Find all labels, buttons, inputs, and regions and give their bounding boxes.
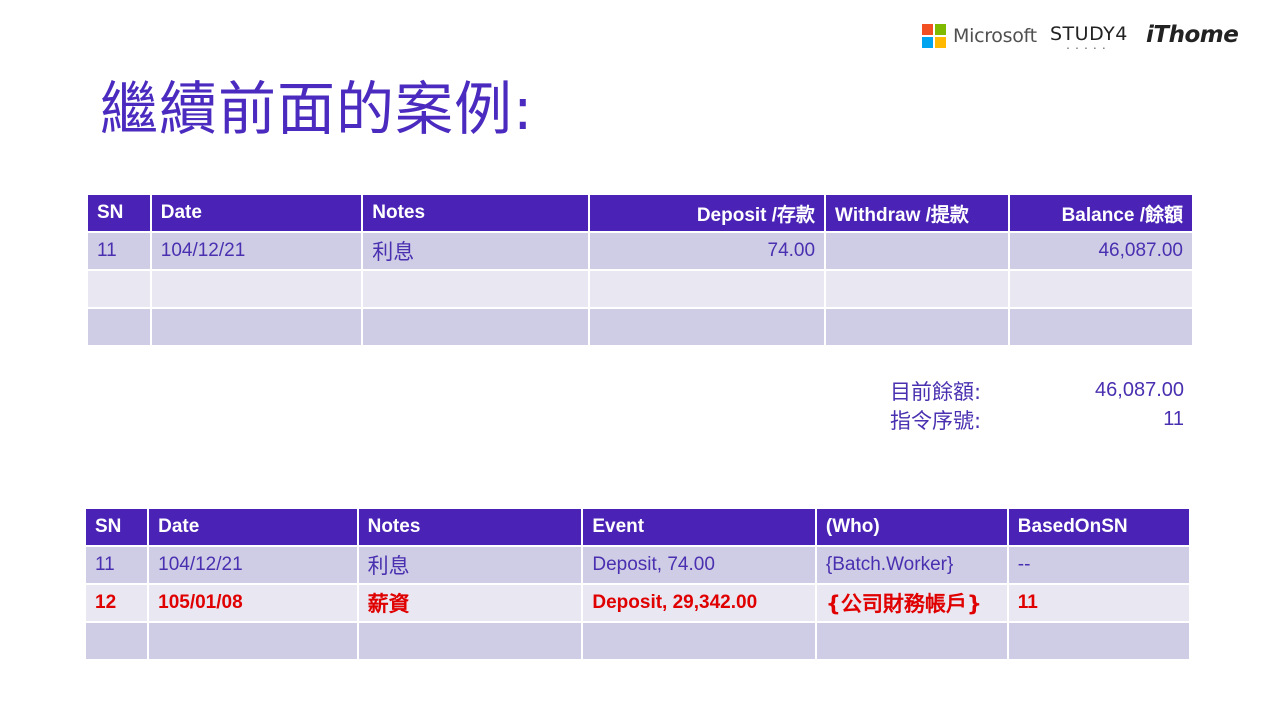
cell-notes bbox=[358, 623, 582, 659]
cell-event: Deposit, 29,342.00 bbox=[583, 585, 815, 621]
table-row bbox=[88, 309, 1192, 345]
summary-row-balance: 目前餘額: 46,087.00 bbox=[890, 376, 1184, 405]
cell-basedonsn bbox=[1008, 623, 1189, 659]
col-header-deposit: Deposit /存款 bbox=[590, 195, 825, 231]
col-header-notes: Notes bbox=[358, 509, 582, 545]
cell-withdraw bbox=[826, 271, 1008, 307]
cell-date bbox=[151, 309, 362, 345]
table-row: 11 104/12/21 利息 Deposit, 74.00 {Batch.Wo… bbox=[86, 547, 1189, 583]
slide-title: 繼續前面的案例: bbox=[100, 75, 534, 143]
command-sn-value: 11 bbox=[1163, 408, 1184, 430]
cell-date: 104/12/21 bbox=[151, 233, 362, 269]
table-header-row: SN Date Notes Deposit /存款 Withdraw /提款 B… bbox=[88, 195, 1192, 231]
microsoft-grid-icon bbox=[922, 24, 946, 48]
cell-basedonsn: 11 bbox=[1008, 585, 1189, 621]
cell-sn: 12 bbox=[86, 585, 148, 621]
command-sn-label: 指令序號: bbox=[890, 408, 982, 433]
cell-deposit bbox=[590, 271, 825, 307]
current-balance-value: 46,087.00 bbox=[1095, 379, 1184, 401]
cell-sn: 11 bbox=[88, 233, 150, 269]
col-header-sn: SN bbox=[86, 509, 148, 545]
table-row bbox=[88, 271, 1192, 307]
cell-sn bbox=[88, 271, 150, 307]
table-row-highlighted: 12 105/01/08 薪資 Deposit, 29,342.00 {公司財務… bbox=[86, 585, 1189, 621]
study4-logo: STUDY4 ••••• bbox=[1050, 23, 1128, 52]
cell-sn: 11 bbox=[86, 547, 148, 583]
study4-logo-text: STUDY4 bbox=[1050, 23, 1128, 45]
cell-sn bbox=[88, 309, 150, 345]
cell-balance: 46,087.00 bbox=[1010, 233, 1192, 269]
cell-balance bbox=[1010, 309, 1192, 345]
events-table: SN Date Notes Event (Who) BasedOnSN 11 1… bbox=[84, 507, 1191, 661]
cell-sn bbox=[86, 623, 148, 659]
cell-date bbox=[151, 271, 362, 307]
cell-notes: 利息 bbox=[358, 547, 582, 583]
current-balance-label: 目前餘額: bbox=[890, 379, 982, 404]
cell-date bbox=[149, 623, 357, 659]
cell-who bbox=[816, 623, 1007, 659]
ithome-logo: iThome bbox=[1146, 22, 1239, 48]
summary-row-sn: 指令序號: 11 bbox=[890, 405, 1184, 434]
cell-deposit: 74.00 bbox=[590, 233, 825, 269]
balance-summary: 目前餘額: 46,087.00 指令序號: 11 bbox=[890, 376, 1184, 434]
cell-notes bbox=[363, 271, 589, 307]
cell-date: 105/01/08 bbox=[149, 585, 357, 621]
col-header-date: Date bbox=[151, 195, 362, 231]
col-header-event: Event bbox=[583, 509, 815, 545]
cell-withdraw bbox=[826, 233, 1008, 269]
partner-logos: Microsoft STUDY4 ••••• iThome bbox=[920, 22, 1250, 62]
col-header-sn: SN bbox=[88, 195, 150, 231]
study4-logo-tagline: ••••• bbox=[1066, 46, 1112, 52]
cell-who: {Batch.Worker} bbox=[816, 547, 1007, 583]
col-header-balance: Balance /餘額 bbox=[1010, 195, 1192, 231]
cell-notes: 利息 bbox=[363, 233, 589, 269]
col-header-notes: Notes bbox=[363, 195, 589, 231]
cell-balance bbox=[1010, 271, 1192, 307]
table-row bbox=[86, 623, 1189, 659]
cell-withdraw bbox=[826, 309, 1008, 345]
table-header-row: SN Date Notes Event (Who) BasedOnSN bbox=[86, 509, 1189, 545]
col-header-basedonsn: BasedOnSN bbox=[1008, 509, 1189, 545]
transactions-table: SN Date Notes Deposit /存款 Withdraw /提款 B… bbox=[86, 193, 1194, 347]
table-row: 11 104/12/21 利息 74.00 46,087.00 bbox=[88, 233, 1192, 269]
cell-basedonsn: -- bbox=[1008, 547, 1189, 583]
microsoft-logo: Microsoft bbox=[922, 24, 1037, 48]
col-header-who: (Who) bbox=[816, 509, 1007, 545]
cell-date: 104/12/21 bbox=[149, 547, 357, 583]
cell-notes bbox=[363, 309, 589, 345]
cell-notes: 薪資 bbox=[358, 585, 582, 621]
cell-who: {公司財務帳戶} bbox=[816, 585, 1007, 621]
cell-event: Deposit, 74.00 bbox=[583, 547, 815, 583]
col-header-withdraw: Withdraw /提款 bbox=[826, 195, 1008, 231]
microsoft-logo-text: Microsoft bbox=[953, 25, 1037, 47]
col-header-date: Date bbox=[149, 509, 357, 545]
cell-event bbox=[583, 623, 815, 659]
cell-deposit bbox=[590, 309, 825, 345]
